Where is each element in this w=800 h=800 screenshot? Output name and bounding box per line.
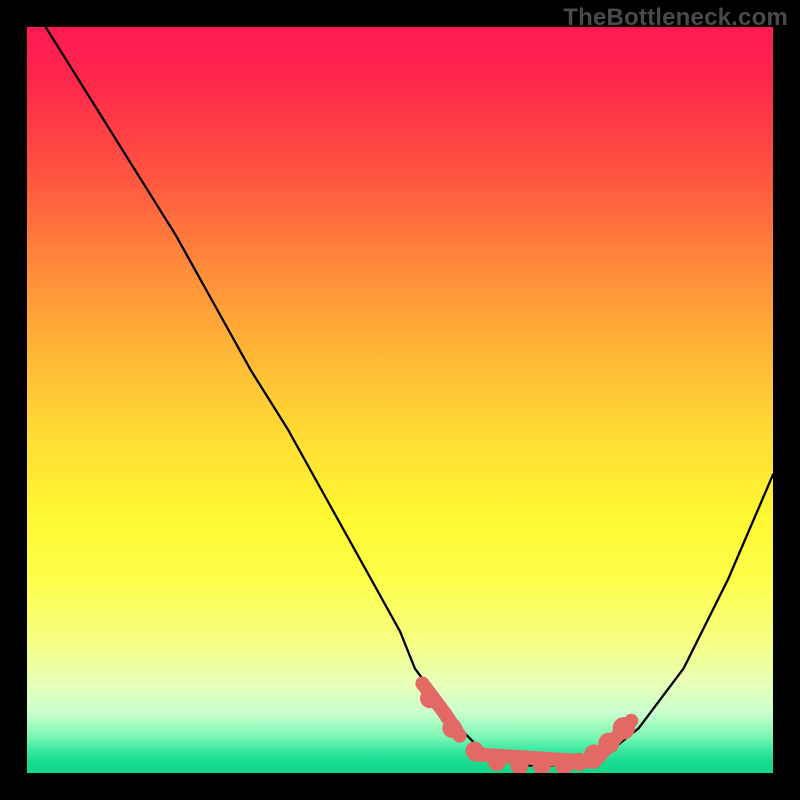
chart-svg [27,27,773,773]
marker-dot [613,717,635,739]
watermark-text: TheBottleneck.com [563,4,788,32]
chart-frame: TheBottleneck.com [0,0,800,800]
marker-dot [466,742,484,760]
marker-dot [442,718,462,738]
bottleneck-curve [27,27,773,765]
marker-dot [420,689,440,709]
plot-area [27,27,773,773]
marker-dot [488,753,506,771]
